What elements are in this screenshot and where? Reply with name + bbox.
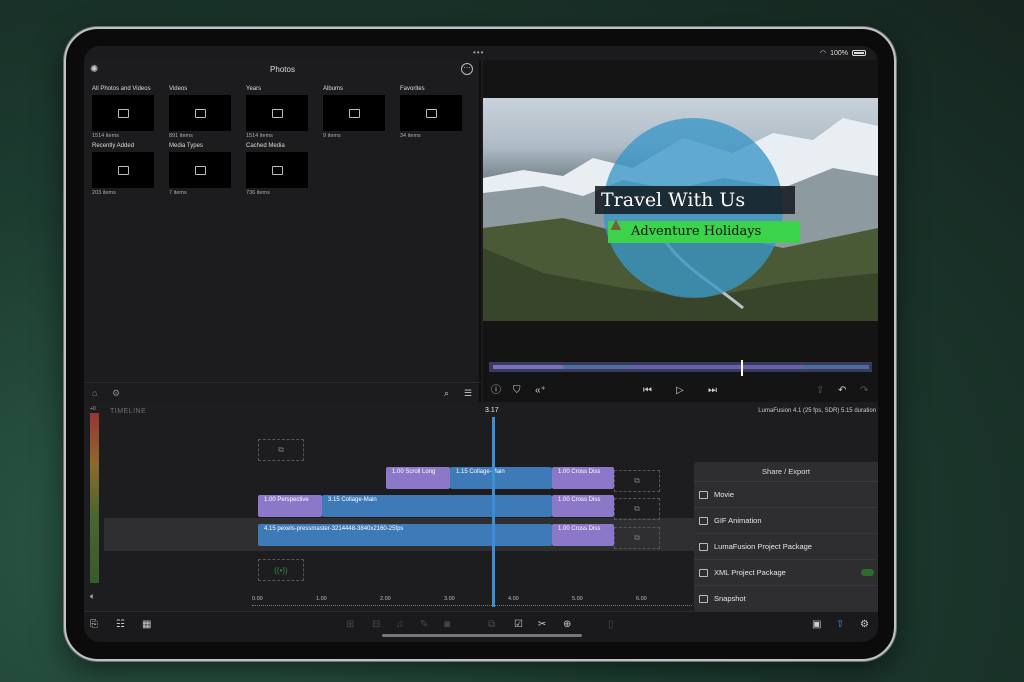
album-albums[interactable]: Albums 9 items [323, 86, 389, 139]
speaker-icon[interactable]: 🔈︎ [90, 591, 95, 602]
track-list-icon[interactable]: ☷ [116, 618, 125, 632]
boot-icon: ▲ [607, 214, 625, 234]
status-bar: ••• ◠ 100% [84, 46, 878, 60]
title-overlay: Travel With Us [601, 189, 746, 211]
clip-cross-dissolve-2[interactable]: 1.00 Cross Diss [552, 495, 614, 517]
multitask-dots[interactable]: ••• [473, 48, 484, 57]
share-icon[interactable]: ⇧ [836, 618, 844, 632]
folder-icon [117, 108, 129, 118]
projects-icon[interactable]: ⎘ [90, 618, 98, 632]
info-icon[interactable]: ⓘ [491, 384, 501, 398]
gear-icon[interactable]: ⚙ [860, 618, 869, 632]
select-icon[interactable]: ☑ [514, 618, 523, 632]
play-icon[interactable]: ▷ [676, 384, 684, 398]
redo-icon[interactable]: ↷ [860, 384, 868, 398]
share-export-title: Share / Export [694, 462, 878, 482]
empty-audio-slot[interactable]: ((•)) [258, 559, 304, 581]
preview-viewer: Travel With Us ▲ Adventure Holidays ⓘ ⛉ … [483, 60, 878, 402]
empty-track-slot[interactable]: ⧉ [614, 470, 660, 492]
skip-back-icon[interactable]: ⏮ [643, 384, 652, 398]
undo-icon[interactable]: ↶ [838, 384, 846, 398]
timeline-label: TIMELINE [110, 408, 147, 415]
photos-panel: ✺ Photos ⋯ All Photos and Videos 1514 it… [84, 60, 481, 402]
video-preview[interactable]: Travel With Us ▲ Adventure Holidays [483, 98, 878, 321]
clip-perspective[interactable]: 1.00 Perspective [258, 495, 322, 517]
clip-pexels-main[interactable]: 4.15 pexels-pressmaster-3214448-3840x216… [258, 524, 552, 546]
heart-icon [425, 108, 437, 118]
audio-meter [90, 413, 99, 583]
save-icon[interactable]: ▣ [812, 618, 821, 632]
search-icon[interactable]: ⌕ [444, 388, 454, 398]
edit-icon[interactable]: ✎ [420, 618, 428, 632]
scrubber-head[interactable] [741, 360, 743, 376]
share-gif-animation[interactable]: GIF Animation [694, 508, 878, 534]
voiceover-icon[interactable]: «⁺ [535, 384, 546, 398]
wifi-icon: ◠ [819, 50, 827, 57]
preview-scrubber[interactable] [489, 362, 872, 372]
film-icon [699, 491, 708, 499]
xml-icon [699, 569, 708, 577]
clip-collage-main-mid[interactable]: 3.15 Collage-Main [322, 495, 552, 517]
empty-track-slot[interactable]: ⧉ [614, 498, 660, 520]
subtitle-overlay: Adventure Holidays [631, 224, 762, 239]
clip-cross-dissolve-1[interactable]: 1.00 Cross Diss [552, 467, 614, 489]
multicam-icon[interactable]: ▦ [142, 618, 151, 632]
battery-percent: 100% [830, 49, 848, 57]
overwrite-icon[interactable]: ⊟ [372, 618, 380, 632]
scissors-icon[interactable]: ✂ [538, 618, 546, 632]
photos-bottom-bar: ⌂ ⚙ ⌕ ☰ [84, 382, 481, 402]
home-icon[interactable]: ⌂ [92, 388, 102, 398]
audio-icon[interactable]: ♫ [396, 618, 404, 632]
insert-icon[interactable]: ⊞ [346, 618, 354, 632]
share-xml-project-package[interactable]: XML Project Package [694, 560, 878, 586]
audio-meter-label: +0 [90, 406, 96, 412]
album-media-types[interactable]: Media Types 7 items [169, 143, 235, 196]
gear-icon[interactable]: ⚙ [112, 388, 122, 398]
share-export-popover: Share / Export Movie GIF Animation LumaF… [694, 462, 878, 612]
sort-icon[interactable]: ☰ [464, 388, 474, 398]
empty-track-slot[interactable]: ⧉ [614, 527, 660, 549]
video-icon [194, 108, 206, 118]
marker-icon[interactable]: ⛉ [513, 384, 521, 398]
trash-icon[interactable]: ▯ [608, 618, 614, 632]
empty-track-slot[interactable]: ⧉ [258, 439, 304, 461]
album-cached-media[interactable]: Cached Media 736 items [246, 143, 312, 196]
battery-icon [852, 50, 866, 56]
albums-icon [348, 108, 360, 118]
camera-icon[interactable]: ◙ [444, 618, 450, 632]
playhead-time: 3.17 [485, 407, 499, 414]
share-snapshot[interactable]: Snapshot [694, 586, 878, 612]
gif-icon [699, 517, 708, 525]
folder-icon [117, 165, 129, 175]
share-project-package[interactable]: LumaFusion Project Package [694, 534, 878, 560]
home-indicator[interactable] [382, 634, 582, 637]
timeline-ruler[interactable]: 0.00 1.00 2.00 3.00 4.00 5.00 6.00 [252, 596, 692, 608]
xml-badge [861, 569, 874, 576]
snapshot-icon [699, 595, 708, 603]
project-info: LumaFusion 4.1 (25 fps, SDR) 5.15 durati… [758, 408, 876, 414]
clip-cross-dissolve-3[interactable]: 1.00 Cross Diss [552, 524, 614, 546]
folder-icon [194, 165, 206, 175]
package-icon [699, 543, 708, 551]
photos-title: Photos [270, 65, 295, 74]
skip-forward-icon[interactable]: ⏭ [708, 384, 717, 398]
clip-collage-main-top[interactable]: 1.15 Collage-Main [450, 467, 552, 489]
link-icon[interactable]: ⧉ [488, 618, 495, 632]
viewer-controls: ⓘ ⛉ «⁺ ⏮ ▷ ⏭ ⇪ ↶ ↷ [483, 382, 878, 400]
more-icon[interactable]: ⋯ [461, 63, 473, 75]
album-recently-added[interactable]: Recently Added 203 items [92, 143, 158, 196]
clip-scroll-long[interactable]: 1.00 Scroll Long [386, 467, 450, 489]
bottom-toolbar: ⎘ ☷ ▦ ⊞ ⊟ ♫ ✎ ◙ ⧉ ☑ ✂ ⊕ ▯ ▣ ⇧ ⚙ [84, 611, 878, 642]
album-years[interactable]: Years 1514 items [246, 86, 312, 139]
share-movie[interactable]: Movie [694, 482, 878, 508]
timeline-playhead[interactable] [492, 417, 495, 607]
album-favorites[interactable]: Favorites 34 items [400, 86, 466, 139]
add-icon[interactable]: ⊕ [563, 618, 571, 632]
bag-icon [271, 165, 283, 175]
album-all-photos[interactable]: All Photos and Videos 1514 items [92, 86, 158, 139]
album-videos[interactable]: Videos 891 items [169, 86, 235, 139]
export-frame-icon[interactable]: ⇪ [816, 384, 824, 398]
app-screen: ••• ◠ 100% ✺ Photos ⋯ All Photos and Vid… [84, 46, 878, 642]
calendar-icon [271, 108, 283, 118]
